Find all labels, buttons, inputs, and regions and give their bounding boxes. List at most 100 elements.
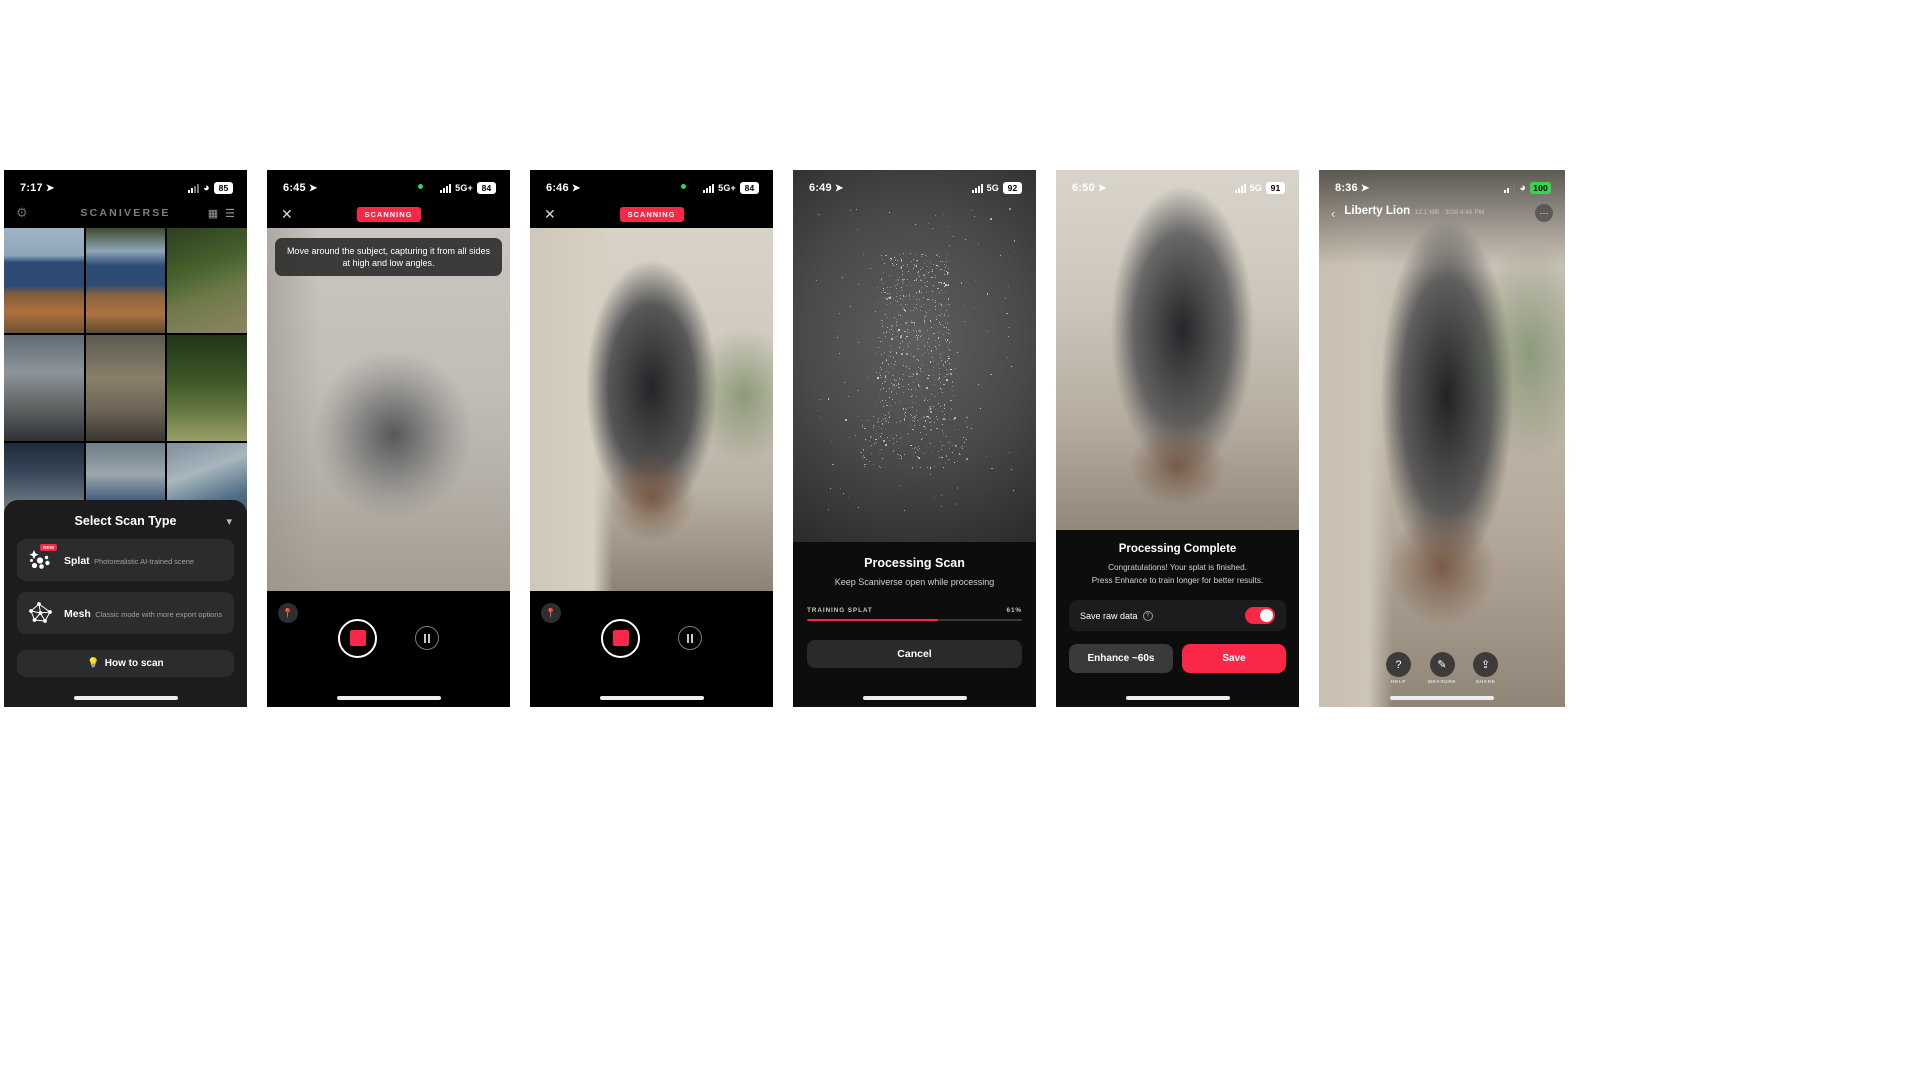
scan-controls <box>530 591 773 707</box>
select-scan-type-sheet: Select Scan Type ▾ NEW Splat Photorealis… <box>4 500 247 707</box>
progress-value: 61% <box>1007 607 1023 614</box>
signal-bars-icon <box>188 183 199 193</box>
cancel-button[interactable]: Cancel <box>807 640 1022 668</box>
processing-title: Processing Scan <box>807 556 1022 570</box>
gallery-thumb[interactable] <box>4 335 84 440</box>
scan-type-desc: Classic mode with more export options <box>95 610 222 619</box>
scan-instruction-tooltip: Move around the subject, capturing it fr… <box>275 238 502 276</box>
scan-meta: 12.1 MB · 3/28 4:46 PM <box>1415 209 1485 216</box>
phone-gallery: 7:17 ➤ ◕ 85 ⚙ SCANIVERSE ▦ ☰ Select Scan… <box>4 170 247 707</box>
battery-level: 91 <box>1266 182 1285 194</box>
pause-button[interactable] <box>678 626 702 650</box>
location-arrow-icon: ➤ <box>835 183 844 194</box>
phone-processing-complete: 6:50 ➤ 5G 91 Processing Complete Congrat… <box>1056 170 1299 707</box>
gallery-thumb[interactable] <box>167 228 247 333</box>
signal-bars-icon <box>972 183 983 193</box>
location-arrow-icon: ➤ <box>1098 183 1107 194</box>
network-type: 5G <box>1250 183 1262 193</box>
pause-button[interactable] <box>415 626 439 650</box>
viewer-header: ‹ Liberty Lion 12.1 MB · 3/28 4:46 PM ⋯ <box>1319 198 1565 240</box>
progress-label: TRAINING SPLAT <box>807 607 873 614</box>
processing-panel: Processing Scan Keep Scaniverse open whi… <box>793 542 1036 707</box>
home-indicator <box>1126 696 1230 700</box>
stop-record-button[interactable] <box>338 619 377 658</box>
phone-viewer: 8:36 ➤ ◕ 100 ‹ Liberty Lion 12.1 MB · 3/… <box>1319 170 1565 707</box>
share-tool-button[interactable]: ⇪ SHARE <box>1473 652 1498 685</box>
close-icon[interactable]: ✕ <box>544 207 556 221</box>
how-to-scan-button[interactable]: 💡 How to scan <box>17 650 234 677</box>
progress-bar <box>807 619 1022 621</box>
map-pin-icon[interactable]: 📍 <box>278 603 298 623</box>
save-raw-data-toggle[interactable] <box>1245 607 1275 624</box>
wifi-icon: ◕ <box>1519 182 1526 194</box>
lightbulb-icon: 💡 <box>87 658 99 669</box>
gear-icon[interactable]: ⚙ <box>16 205 28 221</box>
map-pin-icon[interactable]: 📍 <box>541 603 561 623</box>
status-time: 8:36 <box>1335 182 1358 194</box>
save-raw-data-row[interactable]: Save raw data ? <box>1069 600 1286 631</box>
scan-top-bar: ✕ SCANNING <box>530 200 773 228</box>
enhance-button[interactable]: Enhance ~60s <box>1069 644 1173 673</box>
gallery-thumb[interactable] <box>86 228 166 333</box>
save-button[interactable]: Save <box>1182 644 1286 673</box>
home-indicator <box>337 696 441 700</box>
network-type: 5G+ <box>455 183 473 193</box>
gallery-thumb[interactable] <box>86 335 166 440</box>
signal-bars-icon <box>440 183 451 193</box>
new-badge: NEW <box>40 544 57 551</box>
phone-screenshot-strip: 7:17 ➤ ◕ 85 ⚙ SCANIVERSE ▦ ☰ Select Scan… <box>0 170 1920 710</box>
scan-top-bar: ✕ SCANNING <box>267 200 510 228</box>
home-indicator <box>863 696 967 700</box>
gallery-thumb[interactable] <box>167 335 247 440</box>
how-to-scan-label: How to scan <box>105 658 164 669</box>
viewer-top-scrim <box>1319 170 1565 707</box>
mesh-icon <box>28 601 54 625</box>
status-time: 6:49 <box>809 182 832 194</box>
ellipsis-icon[interactable]: ⋯ <box>1535 204 1553 222</box>
help-tool-button[interactable]: ? HELP <box>1386 652 1411 685</box>
grid-view-icon[interactable]: ▦ <box>208 207 218 220</box>
network-type: 5G+ <box>718 183 736 193</box>
processing-complete-panel: Processing Complete Congratulations! You… <box>1056 530 1299 707</box>
viewer-toolbar: ? HELP ✎ MEASURE ⇪ SHARE <box>1319 652 1565 685</box>
list-view-icon[interactable]: ☰ <box>225 207 235 220</box>
status-bar: 6:49 ➤ 5G 92 <box>793 170 1036 200</box>
status-time: 6:50 <box>1072 182 1095 194</box>
network-type: 5G <box>987 183 999 193</box>
splat-icon: NEW <box>28 548 54 572</box>
progress-bar-fill <box>807 619 938 621</box>
sheet-title: Select Scan Type <box>75 514 177 528</box>
status-time: 6:45 <box>283 182 306 194</box>
stop-record-button[interactable] <box>601 619 640 658</box>
phone-scanning-progress: 6:46 ➤ 5G+ 84 ✕ SCANNING 📍 <box>530 170 773 707</box>
location-arrow-icon: ➤ <box>309 183 318 194</box>
result-pedestal <box>1056 170 1299 550</box>
page-title: Liberty Lion <box>1344 205 1410 217</box>
chevron-down-icon[interactable]: ▾ <box>226 515 232 528</box>
scan-type-desc: Photorealistic AI-trained scene <box>94 557 194 566</box>
location-arrow-icon: ➤ <box>572 183 581 194</box>
status-badge: SCANNING <box>619 207 683 222</box>
scan-type-option-splat[interactable]: NEW Splat Photorealistic AI-trained scen… <box>17 539 234 581</box>
signal-bars-icon <box>1504 183 1515 193</box>
dynamic-island <box>346 177 432 196</box>
wifi-icon: ◕ <box>203 182 210 194</box>
complete-title: Processing Complete <box>1069 543 1286 555</box>
gallery-header: ⚙ SCANIVERSE ▦ ☰ <box>4 198 247 228</box>
phone-scanning-start: 6:45 ➤ 5G+ 84 ✕ SCANNING Move around the… <box>267 170 510 707</box>
battery-level: 92 <box>1003 182 1022 194</box>
scan-type-option-mesh[interactable]: Mesh Classic mode with more export optio… <box>17 592 234 634</box>
close-icon[interactable]: ✕ <box>281 207 293 221</box>
status-time: 6:46 <box>546 182 569 194</box>
measure-tool-button[interactable]: ✎ MEASURE <box>1428 652 1456 685</box>
gallery-thumb[interactable] <box>4 228 84 333</box>
location-arrow-icon: ➤ <box>46 183 55 194</box>
question-mark-icon: ? <box>1386 652 1411 677</box>
tool-label: HELP <box>1386 680 1411 685</box>
tool-label: MEASURE <box>1428 680 1456 685</box>
battery-level: 100 <box>1530 182 1551 194</box>
complete-line-2: Press Enhance to train longer for better… <box>1069 575 1286 588</box>
status-bar: 8:36 ➤ ◕ 100 <box>1319 170 1565 200</box>
tool-label: SHARE <box>1473 680 1498 685</box>
question-mark-icon[interactable]: ? <box>1143 611 1153 621</box>
